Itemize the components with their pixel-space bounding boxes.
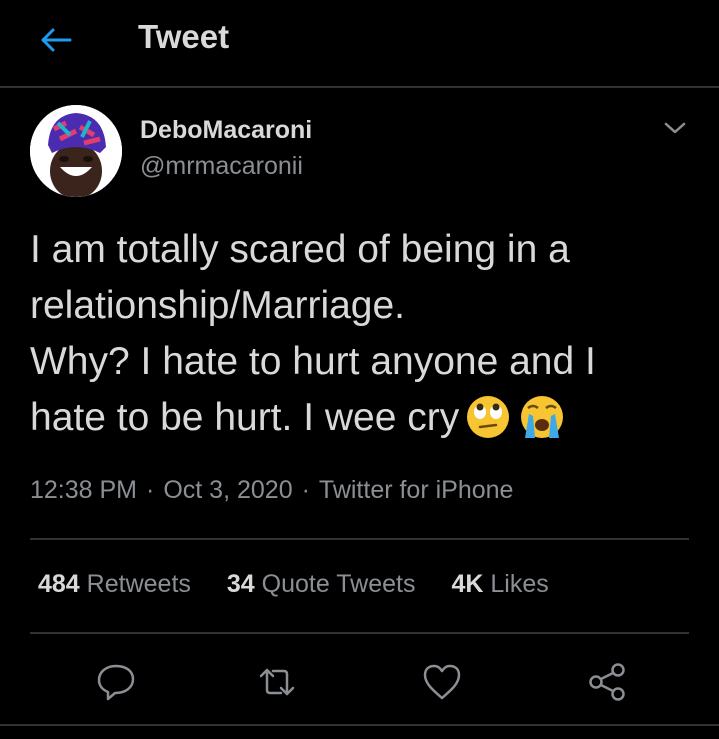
tweet-text: I am totally scared of being in a relati…	[30, 222, 690, 456]
likes-stat[interactable]: 4K Likes	[451, 570, 548, 599]
reply-icon	[97, 664, 135, 701]
separator: ·	[146, 476, 155, 504]
divider	[30, 538, 689, 540]
crying-emoji	[517, 394, 567, 456]
author-name[interactable]: DeboMacaroni	[140, 116, 312, 145]
author-handle[interactable]: @mrmacaronii	[140, 152, 303, 181]
chevron-down-icon	[664, 122, 686, 134]
tweet-source[interactable]: Twitter for iPhone	[319, 476, 514, 504]
page-title: Tweet	[138, 18, 230, 55]
back-arrow-icon	[41, 28, 72, 52]
retweet-icon	[259, 668, 295, 696]
separator: ·	[301, 476, 310, 504]
tweet-meta: 12:38 PM · Oct 3, 2020 · Twitter for iPhone	[30, 476, 513, 505]
retweet-button[interactable]	[255, 660, 299, 704]
tweet-stats: 484 Retweets 34 Quote Tweets 4K Likes	[38, 570, 585, 599]
tweet-line: hate to be hurt. I wee cry	[30, 390, 690, 456]
more-options-button[interactable]	[660, 116, 690, 140]
avatar[interactable]	[30, 105, 122, 197]
back-button[interactable]	[34, 20, 78, 60]
tweet-time[interactable]: 12:38 PM	[30, 476, 137, 504]
like-button[interactable]	[420, 660, 464, 704]
like-icon	[423, 664, 461, 700]
quote-tweets-stat[interactable]: 34 Quote Tweets	[227, 570, 416, 599]
tweet-line: I am totally scared of being in a	[30, 228, 570, 271]
share-icon	[589, 663, 625, 701]
reply-button[interactable]	[94, 660, 138, 704]
retweets-stat[interactable]: 484 Retweets	[38, 570, 191, 599]
eye-roll-emoji	[465, 394, 511, 456]
divider	[30, 632, 689, 634]
tweet-line: Why? I hate to hurt anyone and I	[30, 340, 596, 383]
tweet-line: relationship/Marriage.	[30, 284, 406, 327]
divider	[0, 724, 719, 726]
top-bar: Tweet	[0, 0, 719, 88]
tweet-date[interactable]: Oct 3, 2020	[163, 476, 292, 504]
share-button[interactable]	[585, 660, 629, 704]
action-bar	[0, 660, 719, 704]
